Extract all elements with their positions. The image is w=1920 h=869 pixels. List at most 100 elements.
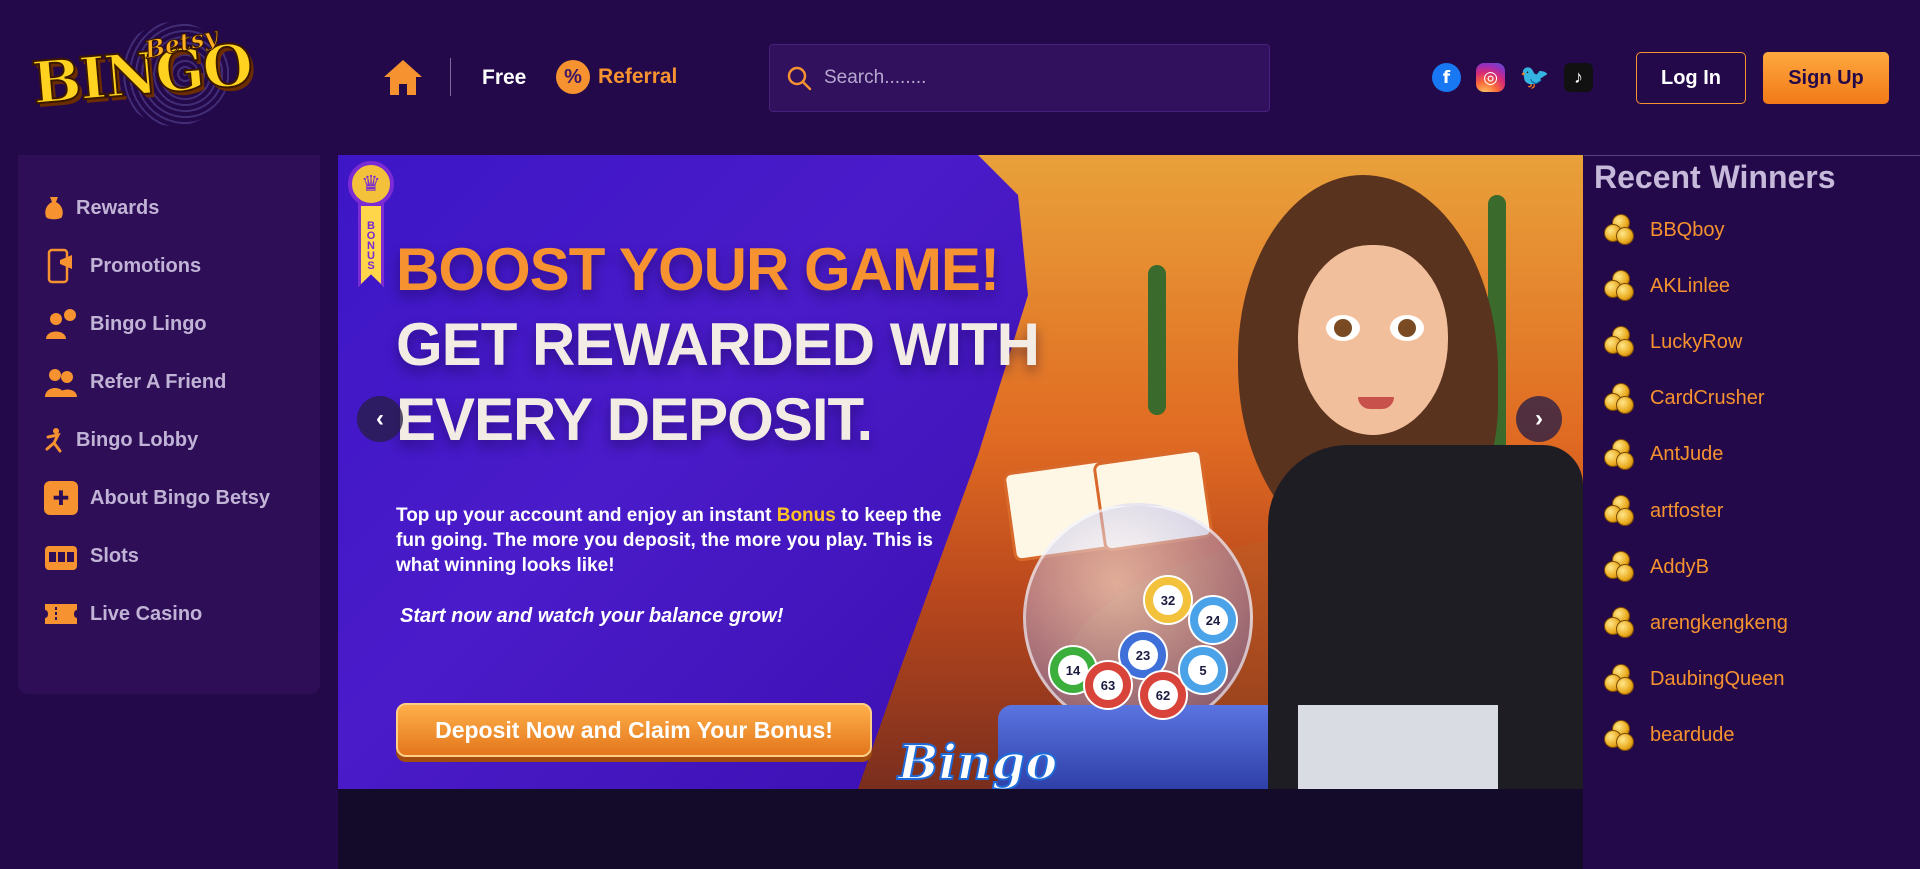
social-links: f ◎ 🐦 ♪	[1432, 63, 1593, 92]
logo-wordmark: BINGO	[28, 30, 254, 119]
winner-name: BBQboy	[1650, 218, 1725, 241]
list-item: arengkengkeng	[1604, 595, 1904, 651]
gift-icon: ✚	[44, 481, 78, 515]
nav-free-link[interactable]: Free	[482, 66, 526, 90]
login-button[interactable]: Log In	[1636, 52, 1746, 104]
coin-stack-icon	[1604, 607, 1636, 639]
sidebar-item-bingo-lingo[interactable]: Bingo Lingo	[18, 295, 320, 353]
banner-headline-2: GET REWARDED WITH	[396, 311, 1040, 378]
character-illustration	[1208, 165, 1583, 789]
bingo-ball: 63	[1083, 660, 1133, 710]
sidebar-item-about[interactable]: ✚ About Bingo Betsy	[18, 469, 320, 527]
percent-badge-icon: %	[556, 60, 590, 94]
sidebar-item-label: Rewards	[76, 196, 160, 219]
winner-name: artfoster	[1650, 499, 1724, 522]
money-bag-icon	[44, 191, 64, 225]
coin-stack-icon	[1604, 382, 1636, 415]
sidebar-item-label: Live Casino	[90, 602, 203, 625]
recent-winners-title: Recent Winners	[1594, 159, 1836, 195]
coin-stack-icon	[1604, 438, 1636, 471]
winner-name: DaubingQueen	[1650, 668, 1785, 691]
deposit-cta-button[interactable]: Deposit Now and Claim Your Bonus!	[396, 703, 872, 757]
coin-stack-icon	[1604, 270, 1636, 302]
list-item: DaubingQueen	[1604, 652, 1904, 708]
coin-stack-icon	[1604, 663, 1636, 696]
sidebar-item-promotions[interactable]: Promotions	[18, 237, 320, 295]
people-icon	[44, 365, 78, 399]
winner-name: AddyB	[1650, 555, 1709, 578]
list-item: CardCrusher	[1604, 371, 1904, 427]
phone-megaphone-icon	[44, 248, 78, 284]
winner-name: CardCrusher	[1650, 387, 1765, 410]
sidebar-item-label: About Bingo Betsy	[90, 486, 270, 509]
crown-icon: ♛	[348, 161, 394, 207]
sidebar-item-label: Promotions	[90, 254, 202, 277]
referral-label: Referral	[598, 65, 678, 88]
carousel-prev-button[interactable]: ‹	[357, 396, 403, 442]
bingo-ball-number: 63	[1093, 670, 1123, 700]
home-button[interactable]	[382, 57, 424, 97]
cactus-graphic	[1148, 265, 1166, 415]
sidebar-item-label: Refer A Friend	[90, 370, 227, 393]
coin-stack-icon	[1604, 495, 1636, 527]
character-eye	[1326, 315, 1360, 341]
winner-name: AKLinlee	[1650, 274, 1731, 297]
slot-machine-icon	[44, 539, 78, 573]
sidebar-item-live-casino[interactable]: Live Casino	[18, 585, 320, 643]
bingo-ball-number: 62	[1148, 680, 1178, 710]
facebook-icon[interactable]: f	[1432, 63, 1461, 92]
bingo-ball: 32	[1143, 575, 1193, 625]
sidebar-item-slots[interactable]: Slots	[18, 527, 320, 585]
sidebar-item-label: Bingo Lobby	[76, 428, 199, 451]
winner-name: AntJude	[1650, 443, 1724, 466]
content-area	[338, 789, 1583, 869]
bingo-ball-number: 32	[1153, 585, 1183, 615]
character-jeans	[1298, 705, 1498, 789]
recent-winners-panel: Recent Winners BBQboy AKLinlee LuckyRow …	[1584, 155, 1920, 869]
site-header: BINGO Betsy Free % Referral f ◎ 🐦 ♪ Log …	[0, 0, 1920, 155]
twitter-icon[interactable]: 🐦	[1520, 63, 1550, 92]
banner-body-text: Top up your account and enjoy an instant…	[396, 503, 976, 578]
winner-list: BBQboy AKLinlee LuckyRow CardCrusher Ant…	[1604, 202, 1904, 764]
list-item: LuckyRow	[1604, 314, 1904, 370]
promo-banner[interactable]: ♛ BONUS BOOST YOUR GAME! GET REWARDED WI…	[338, 155, 1583, 789]
body-text-highlight: Bonus	[776, 505, 836, 526]
coin-stack-icon	[1604, 326, 1636, 358]
bingo-ball-number: 23	[1128, 640, 1158, 670]
tiktok-icon[interactable]: ♪	[1564, 63, 1593, 92]
banner-headline-1: BOOST YOUR GAME!	[396, 236, 1000, 303]
list-item: BBQboy	[1604, 202, 1904, 258]
body-text-before: Top up your account and enjoy an instant	[396, 505, 777, 526]
signup-button[interactable]: Sign Up	[1763, 52, 1889, 104]
bonus-ribbon: BONUS	[358, 203, 384, 287]
carousel-next-button[interactable]: ›	[1516, 396, 1562, 442]
sidebar-item-label: Slots	[90, 544, 139, 567]
winner-name: beardude	[1650, 724, 1735, 747]
nav-referral-link[interactable]: % Referral	[556, 60, 677, 94]
bonus-badge: ♛ BONUS	[348, 161, 394, 293]
banner-headline-3: EVERY DEPOSIT.	[396, 386, 873, 453]
sidebar-item-label: Bingo Lingo	[90, 312, 207, 335]
search-box[interactable]	[769, 44, 1270, 112]
running-figure-icon	[44, 423, 64, 457]
sidebar-item-bingo-lobby[interactable]: Bingo Lobby	[18, 411, 320, 469]
person-chat-icon	[44, 307, 78, 341]
list-item: beardude	[1604, 708, 1904, 764]
instagram-icon[interactable]: ◎	[1476, 63, 1505, 92]
ticket-icon	[44, 597, 78, 631]
winner-name: LuckyRow	[1650, 330, 1743, 353]
site-logo[interactable]: BINGO Betsy	[28, 20, 255, 126]
search-input[interactable]	[824, 67, 1244, 89]
coin-stack-icon	[1604, 551, 1636, 583]
coin-stack-icon	[1604, 214, 1636, 246]
list-item: AddyB	[1604, 539, 1904, 595]
sidebar-item-rewards[interactable]: Rewards	[18, 179, 320, 237]
nav-divider	[450, 58, 451, 96]
home-icon	[384, 60, 422, 95]
coin-stack-icon	[1604, 719, 1636, 752]
search-icon	[787, 66, 812, 91]
list-item: AKLinlee	[1604, 258, 1904, 314]
sidebar-nav: Rewards Promotions Bingo Lingo Refer A F…	[18, 155, 320, 694]
sidebar-item-refer-a-friend[interactable]: Refer A Friend	[18, 353, 320, 411]
list-item: AntJude	[1604, 427, 1904, 483]
